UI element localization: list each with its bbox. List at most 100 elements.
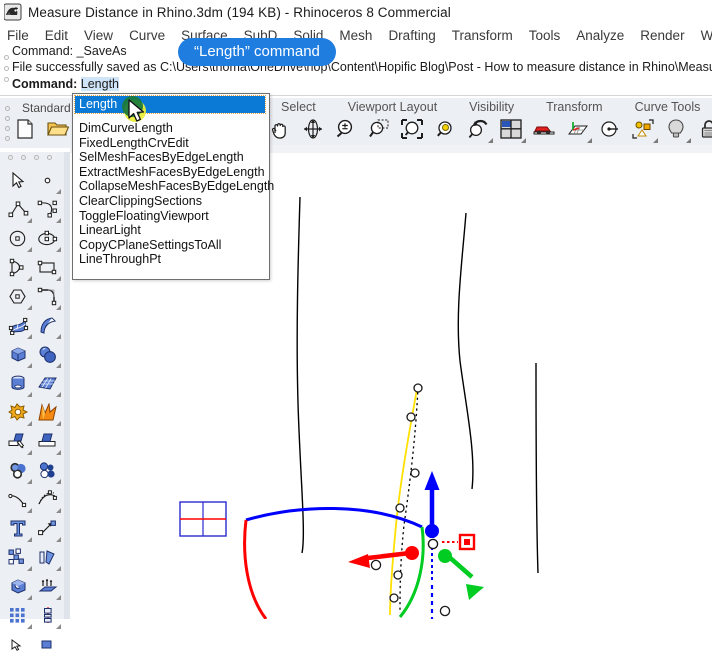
copy-objects-icon[interactable] [4,543,33,572]
box-solid-icon[interactable] [4,340,33,369]
standard-toolbar-title: Standard [22,101,71,115]
named-view-car-icon[interactable] [532,117,556,141]
array-icon[interactable] [4,601,33,630]
autocomplete-selected-label: Length [79,97,117,111]
cylinder-icon[interactable] [4,369,33,398]
mouse-cursor-icon [128,99,146,125]
mesh-plane-icon[interactable] [33,369,62,398]
autocomplete-item-linethroughpt[interactable]: LineThroughPt [79,252,265,267]
title-bar: Measure Distance in Rhino.3dm (194 KB) -… [0,0,712,24]
left-toolbar-grip[interactable] [8,155,52,160]
undo-view-icon[interactable] [466,117,490,141]
fillet-curves-icon[interactable] [33,282,62,311]
toolbar-tab-select[interactable]: Select [265,100,332,114]
rhino-logo-icon [4,3,22,21]
offset-surface-icon[interactable] [33,572,62,601]
autocomplete-item-selmeshfacesbyedgelength[interactable]: SelMeshFacesByEdgeLength [79,150,265,165]
autocomplete-item-fixedlengthcrvedit[interactable]: FixedLengthCrvEdit [79,136,265,151]
blend-curve-icon[interactable] [4,485,33,514]
arc-icon[interactable] [4,253,33,282]
menu-item-file[interactable]: File [0,28,37,43]
more-tools-2-icon[interactable] [33,630,62,659]
autocomplete-item-clearclippingsections[interactable]: ClearClippingSections [79,194,265,209]
text-tool-icon[interactable] [4,514,33,543]
zoom-in-out-icon[interactable] [334,117,358,141]
menu-item-view[interactable]: View [76,28,121,43]
trim-icon[interactable] [4,427,33,456]
viewport-layout-icon[interactable] [499,117,523,141]
more-tools-icon[interactable] [4,630,33,659]
zoom-selected-icon[interactable] [433,117,457,141]
toolbar-tab-visibility[interactable]: Visibility [453,100,530,114]
gumball-rotate-x-arc [245,520,266,619]
standard-toolbar-panel: Standard [0,98,71,148]
autocomplete-item-dimcurvelength[interactable]: DimCurveLength [79,121,265,136]
sphere-boolean-icon[interactable] [33,340,62,369]
toolbar-tab-curve-tools[interactable]: Curve Tools [619,100,712,114]
mirror-icon[interactable] [33,543,62,572]
cap-solid-icon[interactable] [4,572,33,601]
menu-item-window[interactable]: Window [693,28,712,43]
new-file-icon[interactable] [14,118,38,142]
pan-view-icon[interactable] [268,117,292,141]
menu-item-curve[interactable]: Curve [121,28,173,43]
gumball-menu-button [442,535,474,549]
command-gutter [2,46,10,98]
selected-curve [390,389,417,615]
curve-control-points [390,384,422,602]
autocomplete-item-togglefloatingviewport[interactable]: ToggleFloatingViewport [79,209,265,224]
rhino-application-window: Measure Distance in Rhino.3dm (194 KB) -… [0,0,712,619]
autocomplete-selected-item[interactable]: Length [75,96,265,113]
command-prompt-input[interactable]: Length [81,77,119,91]
named-cplane-icon[interactable] [598,117,622,141]
menu-item-tools[interactable]: Tools [521,28,569,43]
light-bulb-icon[interactable] [664,117,688,141]
menu-item-render[interactable]: Render [632,28,692,43]
rectangle-icon[interactable] [33,253,62,282]
toolbar-grip[interactable] [5,106,11,140]
select-objects-icon[interactable] [631,117,655,141]
ellipse-icon[interactable] [33,224,62,253]
cplane-icon[interactable] [565,117,589,141]
rotate-view-icon[interactable] [301,117,325,141]
command-autocomplete-dropdown[interactable]: Length DimCurveLength FixedLengthCrvEdit… [72,93,270,280]
command-history-panel[interactable]: Command: _SaveAs File successfully saved… [0,46,712,98]
autocomplete-item-collapsemeshfacesbyedgelength[interactable]: CollapseMeshFacesByEdgeLength [79,179,265,194]
command-prompt-line[interactable]: Command: Length [12,77,119,91]
open-file-icon[interactable] [47,118,71,142]
boolean-union-icon[interactable] [4,456,33,485]
section-icon[interactable] [33,601,62,630]
polyline-icon[interactable] [4,195,33,224]
toolbar-tab-transform[interactable]: Transform [530,100,619,114]
zoom-extents-icon[interactable] [400,117,424,141]
autocomplete-item-linearlight[interactable]: LinearLight [79,223,265,238]
menu-item-mesh[interactable]: Mesh [331,28,380,43]
lock-icon[interactable] [697,117,712,141]
menu-bar: File Edit View Curve Surface SubD Solid … [0,24,712,46]
render-flare-icon[interactable] [33,398,62,427]
control-point-curve-icon[interactable] [33,195,62,224]
menu-item-analyze[interactable]: Analyze [568,28,632,43]
extrude-surface-icon[interactable] [33,311,62,340]
boolean-difference-icon[interactable] [33,456,62,485]
menu-item-transform[interactable]: Transform [444,28,521,43]
circle-icon[interactable] [4,224,33,253]
autocomplete-item-copycplanesettingstoall[interactable]: CopyCPlaneSettingsToAll [79,238,265,253]
dimension-icon[interactable] [33,514,62,543]
annotation-callout: “Length” command [178,38,336,66]
point-object-icon[interactable] [33,166,62,195]
autocomplete-item-extractmeshfacesbyedgelength[interactable]: ExtractMeshFacesByEdgeLength [79,165,265,180]
gumball-y-axis [438,549,484,600]
select-arrow-icon[interactable] [4,166,33,195]
rebuild-curve-icon[interactable] [33,485,62,514]
command-history-line-2: File successfully saved as C:\Users\thom… [12,60,712,74]
split-icon[interactable] [33,427,62,456]
menu-item-edit[interactable]: Edit [37,28,76,43]
zoom-window-icon[interactable] [367,117,391,141]
gumball-plane-handle [180,502,226,536]
toolbar-tab-viewport-layout[interactable]: Viewport Layout [332,100,453,114]
explode-icon[interactable] [4,398,33,427]
menu-item-drafting[interactable]: Drafting [380,28,443,43]
polygon-icon[interactable] [4,282,33,311]
surface-from-points-icon[interactable] [4,311,33,340]
